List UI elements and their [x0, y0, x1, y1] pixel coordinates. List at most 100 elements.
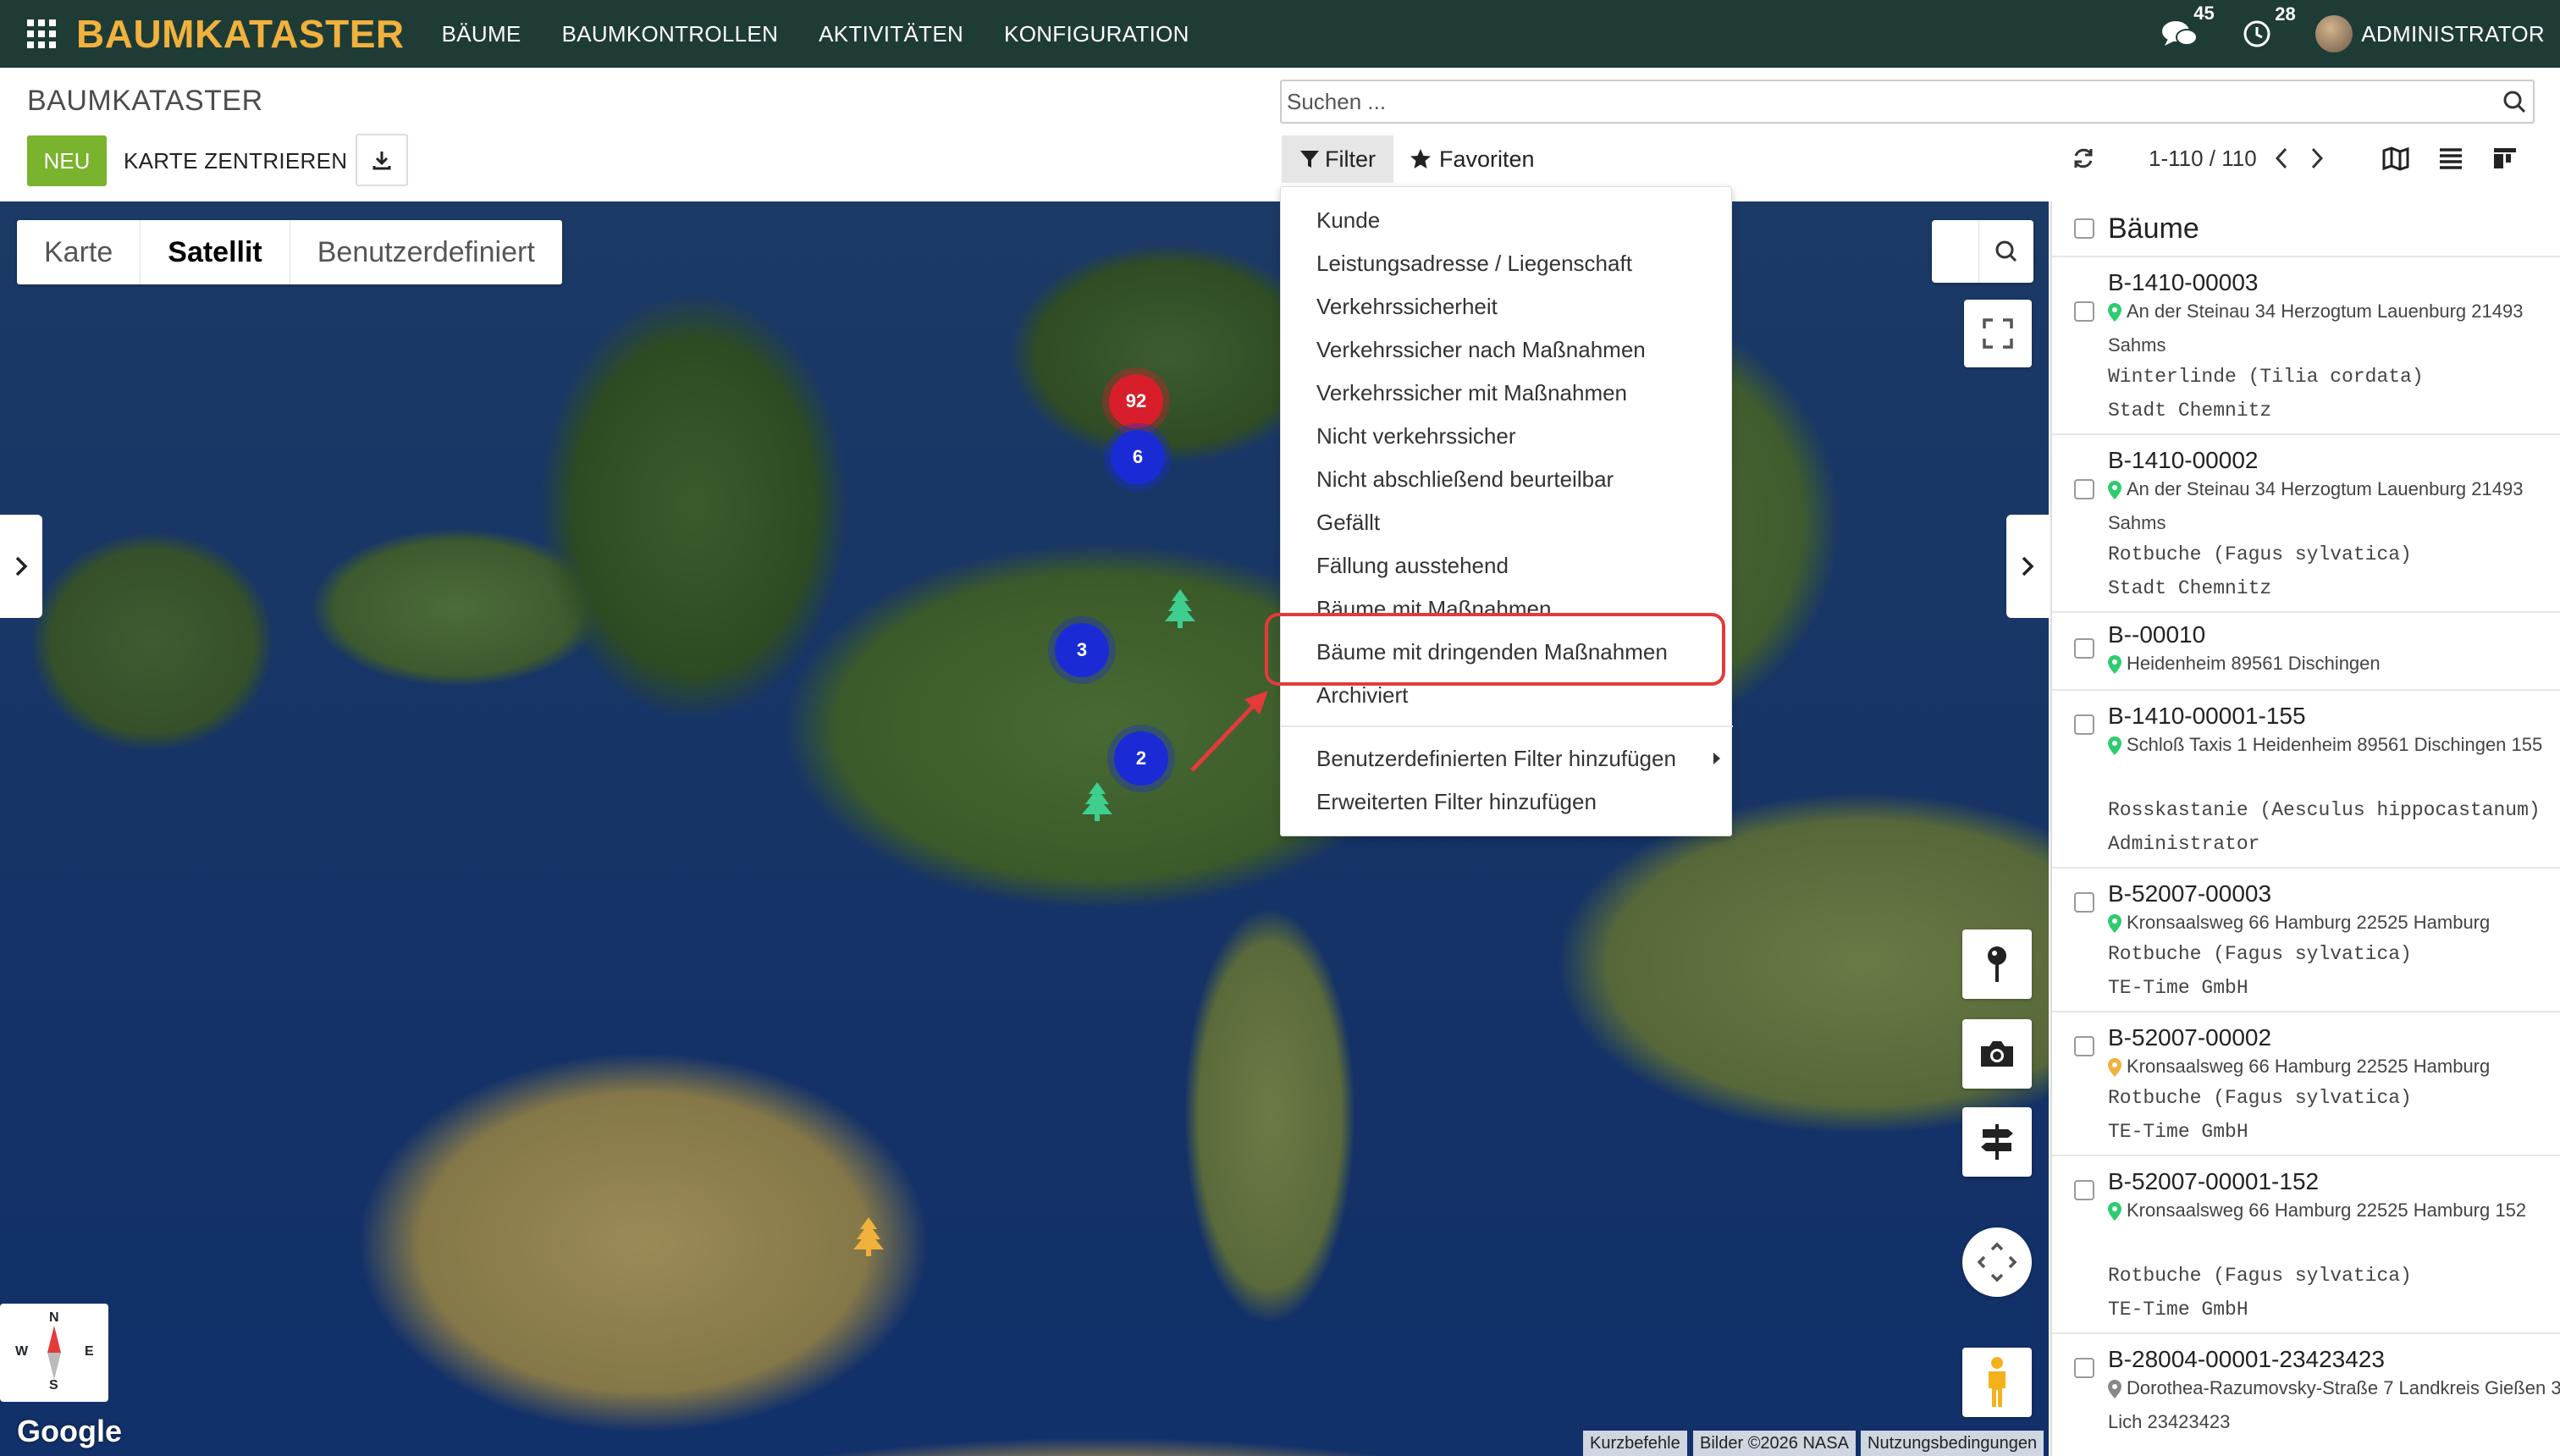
- list-item[interactable]: B--00010 Heidenheim 89561 Dischingen: [2052, 613, 2560, 691]
- record-address-text: Kronsaalsweg 66 Hamburg 22525 Hamburg: [2127, 912, 2491, 933]
- attribution-imagery: Bilder ©2026 NASA: [1693, 1431, 1856, 1456]
- user-avatar[interactable]: [2315, 15, 2353, 52]
- toggle-right-panel-button[interactable]: [2006, 515, 2049, 618]
- record-address-text: Schloß Taxis 1 Heidenheim 89561 Disching…: [2127, 734, 2543, 755]
- map-canvas[interactable]: Karte Satellit Benutzerdefiniert 92 6 3 …: [0, 201, 2049, 1456]
- record-checkbox[interactable]: [2074, 638, 2094, 659]
- marker-cluster[interactable]: 6: [1111, 430, 1165, 484]
- record-owner: Stadt Chemnitz: [2108, 577, 2272, 599]
- refresh-icon[interactable]: [2071, 146, 2096, 171]
- list-item[interactable]: B-52007-00003 Kronsaalsweg 66 Hamburg 22…: [2052, 869, 2560, 1012]
- map-type-karte[interactable]: Karte: [17, 220, 141, 284]
- filter-option[interactable]: Kunde: [1316, 207, 1380, 234]
- menu-item-konfiguration[interactable]: KONFIGURATION: [1004, 21, 1189, 47]
- map-type-benutzerdefiniert[interactable]: Benutzerdefiniert: [290, 220, 562, 284]
- list-item[interactable]: B-1410-00001-155 Schloß Taxis 1 Heidenhe…: [2052, 691, 2560, 869]
- add-custom-filter[interactable]: Benutzerdefinierten Filter hinzufügen: [1316, 746, 1676, 772]
- pan-control[interactable]: [1962, 1227, 2032, 1297]
- tree-marker-icon[interactable]: [850, 1216, 887, 1258]
- add-advanced-filter[interactable]: Erweiterten Filter hinzufügen: [1316, 789, 1597, 815]
- open-left-panel-button[interactable]: [0, 515, 42, 618]
- record-checkbox[interactable]: [2074, 301, 2094, 322]
- filter-option[interactable]: Leistungsadresse / Liegenschaft: [1316, 251, 1632, 277]
- activities-button[interactable]: 28: [2243, 3, 2299, 48]
- apps-grid-icon[interactable]: [27, 19, 56, 48]
- camera-button[interactable]: [1962, 1019, 2032, 1089]
- record-owner: Administrator: [2108, 833, 2260, 855]
- pan-arrows-icon: [1977, 1242, 2017, 1282]
- record-checkbox[interactable]: [2074, 1036, 2094, 1056]
- map-search-field[interactable]: [1932, 220, 1979, 283]
- record-address-text: Heidenheim 89561 Dischingen: [2127, 653, 2381, 674]
- attribution-terms[interactable]: Nutzungsbedingungen: [1861, 1431, 2044, 1456]
- search-input[interactable]: [1282, 88, 2467, 115]
- record-id: B--00010: [2108, 621, 2206, 648]
- menu-item-baeume[interactable]: BÄUME: [442, 21, 521, 47]
- pager-value[interactable]: 1-110 / 110: [2149, 146, 2257, 172]
- record-id: B-52007-00002: [2108, 1024, 2272, 1051]
- favorites-button[interactable]: Favoriten: [1409, 135, 1535, 183]
- record-checkbox[interactable]: [2074, 1358, 2094, 1378]
- marker-cluster[interactable]: 3: [1055, 623, 1109, 677]
- location-pin-icon: [2108, 1380, 2121, 1399]
- download-button[interactable]: [356, 134, 408, 186]
- kanban-view-icon[interactable]: [2492, 146, 2518, 171]
- directions-button[interactable]: [1962, 1107, 2032, 1177]
- place-pin-button[interactable]: [1962, 929, 2032, 999]
- record-checkbox[interactable]: [2074, 714, 2094, 735]
- messages-button[interactable]: 45: [2161, 2, 2218, 49]
- user-name[interactable]: ADMINISTRATOR: [2361, 21, 2545, 47]
- filter-option[interactable]: Nicht abschließend beurteilbar: [1316, 466, 1614, 493]
- record-address: An der Steinau 34 Herzogtum Lauenburg 21…: [2108, 295, 2557, 362]
- list-item[interactable]: B-28004-00001-23423423 Dorothea-Razumovs…: [2052, 1334, 2560, 1456]
- funnel-icon: [1300, 151, 1319, 168]
- map-type-satellit[interactable]: Satellit: [141, 220, 290, 284]
- filter-option[interactable]: Verkehrssicher mit Maßnahmen: [1316, 380, 1627, 406]
- filter-option[interactable]: Verkehrssicher nach Maßnahmen: [1316, 337, 1646, 363]
- menu-item-baumkontrollen[interactable]: BAUMKONTROLLEN: [562, 21, 779, 47]
- filter-option[interactable]: Verkehrssicherheit: [1316, 294, 1498, 320]
- map-search-control[interactable]: [1932, 220, 2033, 283]
- map-view-icon[interactable]: [2382, 146, 2409, 171]
- marker-cluster[interactable]: 92: [1109, 374, 1163, 428]
- tree-marker-icon[interactable]: [1161, 587, 1199, 630]
- record-id: B-1410-00002: [2108, 447, 2259, 473]
- fullscreen-button[interactable]: [1964, 300, 2032, 367]
- record-checkbox[interactable]: [2074, 892, 2094, 913]
- record-owner: TE-Time GmbH: [2108, 1121, 2248, 1143]
- filter-button[interactable]: Filter: [1282, 135, 1393, 183]
- record-checkbox[interactable]: [2074, 1180, 2094, 1200]
- list-item[interactable]: B-52007-00001-152 Kronsaalsweg 66 Hambur…: [2052, 1156, 2560, 1334]
- location-pin-icon: [2108, 303, 2121, 323]
- center-map-button[interactable]: KARTE ZENTRIEREN: [124, 135, 347, 186]
- attribution-shortcuts[interactable]: Kurzbefehle: [1583, 1431, 1687, 1456]
- google-logo: Google: [17, 1414, 122, 1448]
- filter-option[interactable]: Fällung ausstehend: [1316, 553, 1509, 579]
- record-owner: TE-Time GmbH: [2108, 1299, 2248, 1321]
- filter-dropdown: Kunde Leistungsadresse / Liegenschaft Ve…: [1280, 186, 1733, 836]
- tree-list-panel: Bäume B-1410-00003 An der Steinau 34 Her…: [2050, 201, 2560, 1456]
- search-icon: [1995, 240, 2017, 262]
- record-address: Heidenheim 89561 Dischingen: [2108, 647, 2557, 681]
- select-all-checkbox[interactable]: [2074, 218, 2094, 239]
- compass-control[interactable]: N S W E: [0, 1304, 108, 1402]
- chevron-right-icon[interactable]: [2308, 146, 2326, 171]
- street-view-pegman[interactable]: [1962, 1348, 2032, 1417]
- filter-option[interactable]: Nicht verkehrssicher: [1316, 423, 1516, 449]
- list-item[interactable]: B-1410-00003 An der Steinau 34 Herzogtum…: [2052, 257, 2560, 435]
- filter-option[interactable]: Gefällt: [1316, 510, 1380, 536]
- list-item[interactable]: B-1410-00002 An der Steinau 34 Herzogtum…: [2052, 435, 2560, 613]
- app-brand[interactable]: BAUMKATASTER: [76, 11, 405, 57]
- new-button[interactable]: NEU: [27, 135, 107, 186]
- chevron-left-icon[interactable]: [2272, 146, 2291, 171]
- search-icon[interactable]: [2502, 90, 2526, 113]
- list-view-icon[interactable]: [2438, 146, 2463, 171]
- record-checkbox[interactable]: [2074, 479, 2094, 499]
- filter-option[interactable]: Archiviert: [1316, 682, 1408, 709]
- tree-marker-icon[interactable]: [1079, 780, 1116, 823]
- record-id: B-52007-00003: [2108, 880, 2272, 907]
- marker-cluster[interactable]: 2: [1114, 731, 1168, 786]
- menu-item-aktivitaeten[interactable]: AKTIVITÄTEN: [819, 21, 963, 47]
- record-species: Rotbuche (Fagus sylvatica): [2108, 543, 2412, 565]
- list-item[interactable]: B-52007-00002 Kronsaalsweg 66 Hamburg 22…: [2052, 1012, 2560, 1156]
